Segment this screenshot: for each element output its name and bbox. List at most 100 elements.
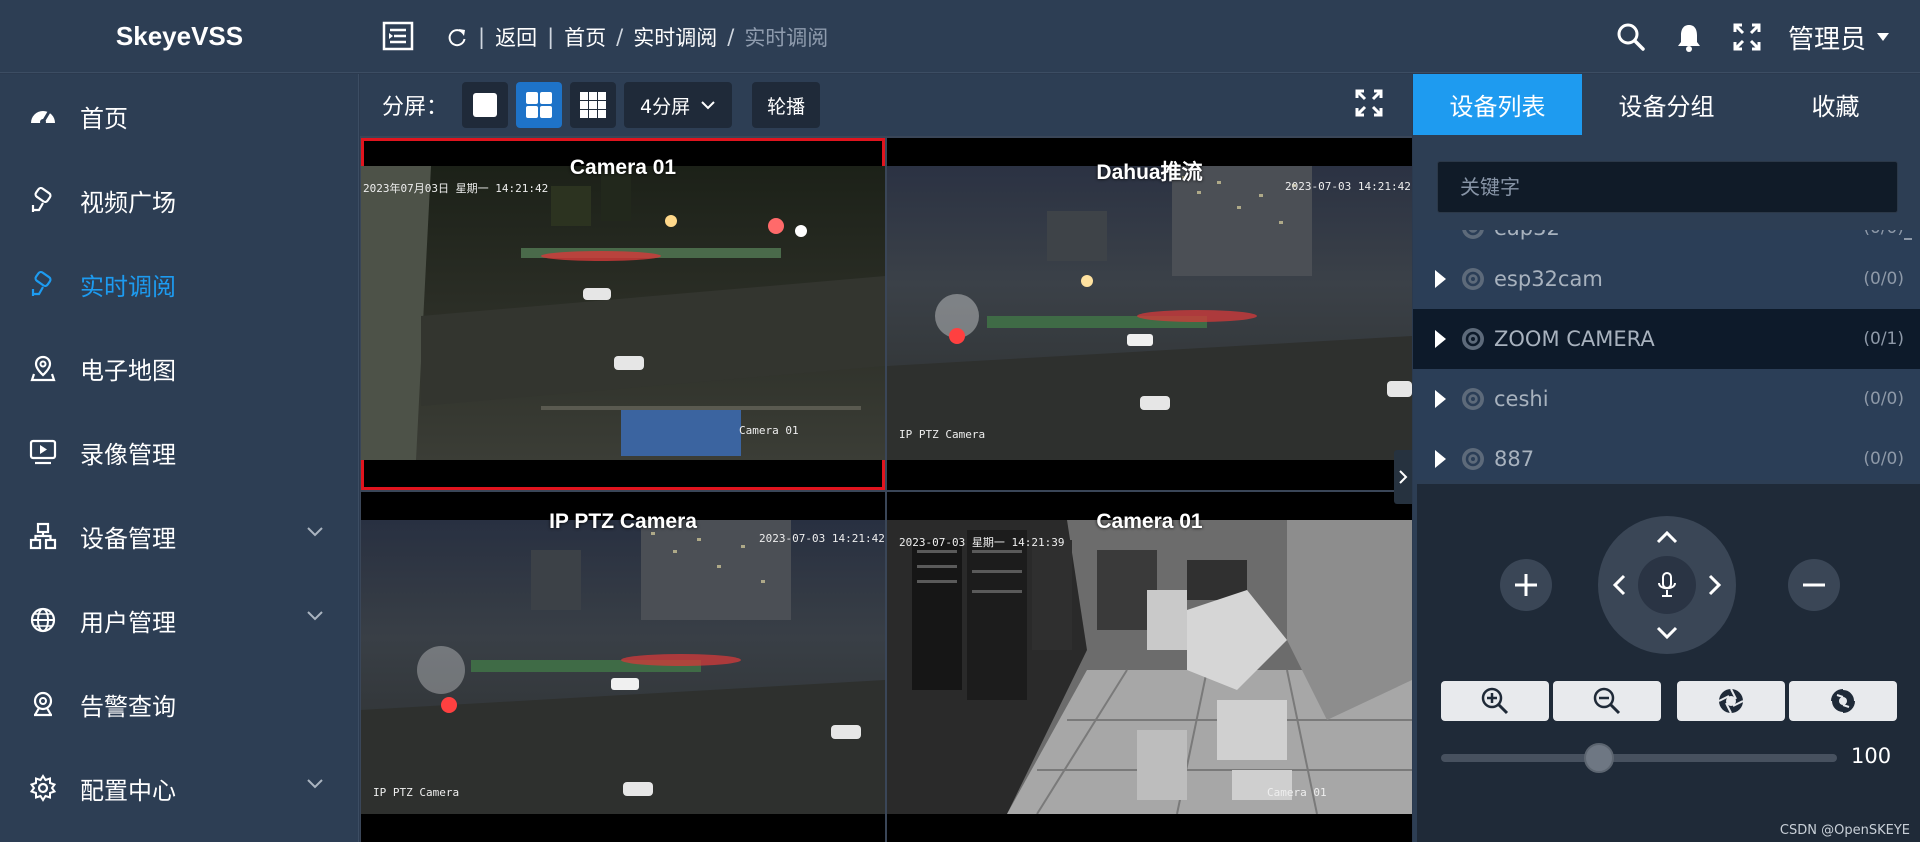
ptz-speed-value: 100 <box>1851 744 1892 768</box>
aperture-open-button[interactable] <box>1677 681 1785 721</box>
camera-icon <box>1462 268 1484 290</box>
osd-timestamp: 2023-07-03 14:21:42 <box>759 532 885 545</box>
video-cell[interactable]: Dahua推流 2023-07-03 14:21:42 IP PTZ Camer… <box>887 138 1412 490</box>
header-actions: 管理员 <box>1614 15 1890 59</box>
gear-icon <box>28 773 58 803</box>
ptz-right-button[interactable] <box>1698 568 1732 602</box>
quad-screen-icon <box>526 92 553 118</box>
expand-triangle-icon[interactable] <box>1435 390 1446 408</box>
sidebar-collapse-icon[interactable] <box>382 21 414 51</box>
device-tree-icon <box>28 521 58 551</box>
ptz-up-button[interactable] <box>1650 520 1684 554</box>
split-9-button[interactable] <box>570 82 617 128</box>
aperture-close-button[interactable] <box>1789 681 1897 721</box>
zoom-in-button[interactable] <box>1500 559 1552 611</box>
ptz-left-button[interactable] <box>1602 568 1636 602</box>
tab-favorites[interactable]: 收藏 <box>1751 74 1920 135</box>
device-tree[interactable]: eap32 (0/0) esp32cam (0/0) ZOOM CAMERA (… <box>1413 230 1920 480</box>
breadcrumb-separator: | <box>478 25 486 49</box>
video-plaza-icon <box>28 185 58 215</box>
search-icon[interactable] <box>1614 20 1648 54</box>
camera-icon <box>1462 448 1484 470</box>
device-name: esp32cam <box>1494 267 1603 291</box>
sidebar-item-alarm[interactable]: 告警查询 <box>0 662 358 746</box>
osd-timestamp: 2023年07月03日 星期一 14:21:42 <box>363 182 549 195</box>
camera-feed-image <box>361 166 885 460</box>
split-count-value: 4分屏 <box>640 95 691 118</box>
tab-device-list[interactable]: 设备列表 <box>1413 74 1582 135</box>
camera-title: IP PTZ Camera <box>549 510 697 533</box>
chevron-down-icon <box>307 527 323 537</box>
osd-timestamp: 2023-07-03 星期一 14:21:39 <box>899 536 1065 549</box>
tree-item-device[interactable]: ceshi (0/0) <box>1413 369 1920 429</box>
breadcrumb-home[interactable]: 首页 <box>564 22 606 52</box>
ptz-speed-slider-handle[interactable] <box>1584 743 1615 773</box>
device-tabs: 设备列表 设备分组 收藏 <box>1413 74 1920 135</box>
ptz-down-button[interactable] <box>1650 616 1684 650</box>
sidebar-item-config[interactable]: 配置中心 <box>0 746 358 830</box>
device-count: (0/1) <box>1863 329 1904 349</box>
ptz-speed-slider[interactable] <box>1441 743 1837 773</box>
device-count: (0/0) <box>1863 230 1904 238</box>
sidebar-item-user-management[interactable]: 用户管理 <box>0 578 358 662</box>
tree-item-device[interactable]: esp32cam (0/0) <box>1413 249 1920 309</box>
panel-toggle-arrow-icon[interactable] <box>1394 450 1412 504</box>
sidebar-item-map[interactable]: 电子地图 <box>0 326 358 410</box>
sidebar-item-label: 设备管理 <box>80 524 176 553</box>
split-count-select[interactable]: 4分屏 <box>624 82 733 128</box>
video-cell[interactable]: IP PTZ Camera 2023-07-03 14:21:42 IP PTZ… <box>361 492 885 842</box>
dashboard-icon <box>28 101 58 131</box>
user-name: 管理员 <box>1787 24 1866 55</box>
sidebar-item-label: 用户管理 <box>80 608 176 637</box>
chevron-up-icon <box>1656 530 1678 544</box>
osd-camera-name: IP PTZ Camera <box>373 786 460 799</box>
carousel-button[interactable]: 轮播 <box>752 82 821 128</box>
osd-camera-name: IP PTZ Camera <box>899 428 986 441</box>
magnify-in-button[interactable] <box>1441 681 1549 721</box>
osd-timestamp: 2023-07-03 14:21:42 <box>1285 180 1411 193</box>
tab-device-group[interactable]: 设备分组 <box>1582 74 1751 135</box>
sidebar-item-live-view[interactable]: 实时调阅 <box>0 242 358 326</box>
bell-icon[interactable] <box>1672 20 1706 54</box>
device-name: ceshi <box>1494 387 1549 411</box>
expand-triangle-icon[interactable] <box>1435 270 1446 288</box>
sidebar-item-label: 告警查询 <box>80 692 176 721</box>
breadcrumb-section[interactable]: 实时调阅 <box>633 22 717 52</box>
device-name: 887 <box>1494 447 1535 471</box>
sidebar-item-home[interactable]: 首页 <box>0 74 358 158</box>
sidebar-item-label: 视频广场 <box>80 188 176 217</box>
magnify-out-button[interactable] <box>1553 681 1661 721</box>
chevron-down-icon <box>307 779 323 789</box>
video-cell[interactable]: Camera 01 2023-07-03 星期一 14:21:39 Camera… <box>887 492 1412 842</box>
tree-item-device[interactable]: ZOOM CAMERA (0/1) <box>1413 309 1920 369</box>
grid-fullscreen-icon[interactable] <box>1354 88 1388 122</box>
breadcrumb: | 返回 | 首页 / 实时调阅 / 实时调阅 <box>446 20 828 54</box>
microphone-icon <box>1658 572 1676 597</box>
device-name: ZOOM CAMERA <box>1494 327 1655 351</box>
refresh-icon[interactable] <box>446 26 468 48</box>
camera-title: Camera 01 <box>569 156 677 179</box>
expand-triangle-icon[interactable] <box>1435 330 1446 348</box>
fullscreen-icon[interactable] <box>1730 20 1764 54</box>
back-link[interactable]: 返回 <box>495 22 537 52</box>
scrollbar-handle[interactable] <box>1904 238 1912 240</box>
zoom-out-button[interactable] <box>1788 559 1840 611</box>
osd-camera-name: Camera 01 <box>739 424 799 437</box>
sidebar-item-video-plaza[interactable]: 视频广场 <box>0 158 358 242</box>
expand-triangle-icon[interactable] <box>1435 450 1446 468</box>
split-4-button[interactable] <box>516 82 563 128</box>
chevron-down-icon <box>701 101 715 110</box>
microphone-button[interactable] <box>1638 556 1696 614</box>
app-logo[interactable]: SkeyeVSS <box>0 0 359 73</box>
user-menu[interactable]: 管理员 <box>1788 19 1890 56</box>
split-1-button[interactable] <box>462 82 509 128</box>
globe-icon <box>28 605 58 635</box>
breadcrumb-separator: / <box>616 25 624 49</box>
video-cell[interactable]: Camera 01 2023年07月03日 星期一 14:21:42 Camer… <box>361 138 885 490</box>
tree-item-device[interactable]: 887 (0/0) <box>1413 429 1920 480</box>
keyword-search-input[interactable] <box>1437 161 1898 213</box>
sidebar-item-recording[interactable]: 录像管理 <box>0 410 358 494</box>
plus-icon <box>1515 574 1537 596</box>
aperture-icon <box>1830 688 1856 714</box>
sidebar-item-device-management[interactable]: 设备管理 <box>0 494 358 578</box>
